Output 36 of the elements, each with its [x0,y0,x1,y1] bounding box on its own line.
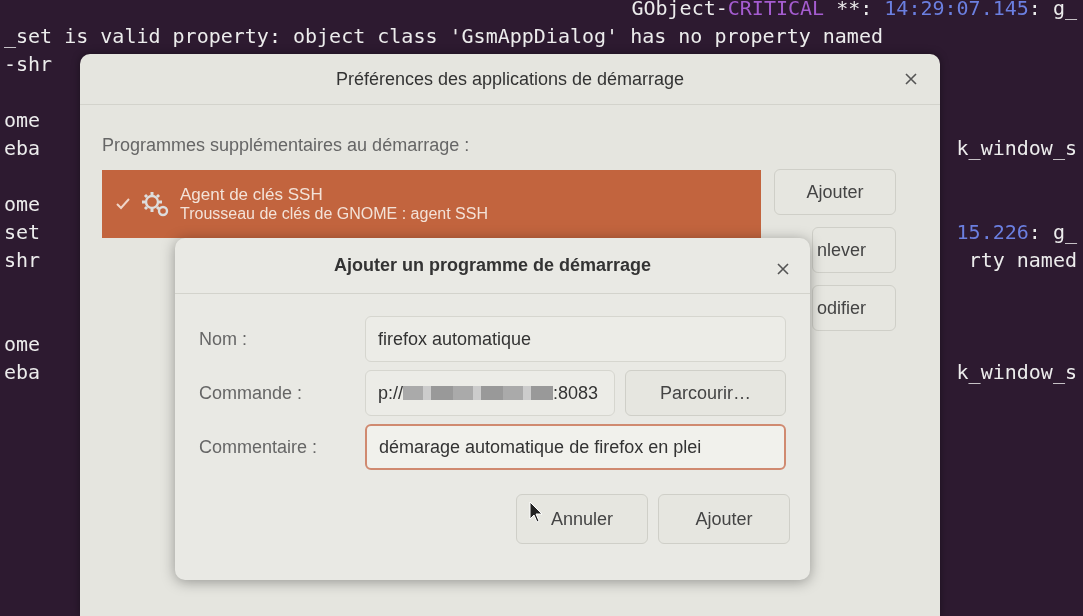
terminal-text: ome [3,332,41,358]
text-field[interactable]: firefox automatique [365,316,786,362]
field-label: Nom : [199,328,248,350]
terminal-text: k_window_s [956,360,1078,386]
dialog-button[interactable]: odifier [812,285,896,331]
close-icon[interactable] [776,262,790,276]
gears-icon [140,190,170,218]
dialog-button[interactable]: nlever [812,227,896,273]
terminal-text: eba [3,360,41,386]
command-field[interactable]: p:// :8083 [365,370,615,416]
terminal-text: shr [3,248,41,274]
terminal-text: k_window_s [956,136,1078,162]
terminal-text: GObject-CRITICAL **: 14:29:07.145: g_ [631,0,1078,22]
check-icon[interactable] [116,198,130,210]
terminal-text: ome [3,192,41,218]
browse-button[interactable]: Parcourir… [625,370,786,416]
terminal-text: 15.226: g_ [956,220,1078,246]
dialog-title: Préférences des applications de démarrage [335,68,685,90]
program-name: Agent de clés SSH [180,185,324,205]
dialog-button[interactable]: Annuler [516,494,648,544]
terminal-text: ome [3,108,41,134]
dialog-button[interactable]: Ajouter [774,169,896,215]
field-label: Commentaire : [199,436,319,458]
terminal-text: rty named [968,248,1078,274]
program-description: Trousseau de clés de GNOME : agent SSH [180,205,488,223]
mouse-pointer-icon [529,501,543,523]
dialog-title: Ajouter un programme de démarrage [333,255,652,276]
close-icon[interactable] [904,72,918,86]
field-label: Commande : [199,382,304,404]
text-field[interactable]: démarage automatique de firefox en plei [365,424,786,470]
terminal-text: set [3,220,41,246]
list-label: Programmes supplémentaires au démarrage : [102,135,471,156]
terminal-text: _set is valid property: object class 'GsmAppDialog' has no property named [3,24,883,50]
dialog-button[interactable]: Ajouter [658,494,790,544]
terminal-text: eba [3,136,41,162]
terminal-text: -shr [3,52,53,78]
